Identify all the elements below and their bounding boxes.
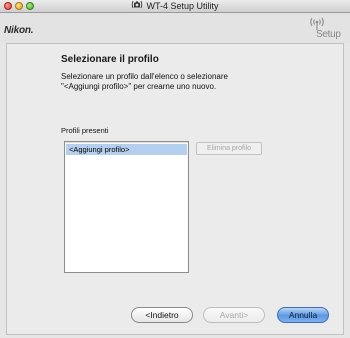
setup-label: Setup — [316, 29, 341, 40]
window-title-group: WT-4 Setup Utility — [0, 0, 350, 13]
header-banner: Nikon. Setup — [0, 13, 350, 43]
title-bar[interactable]: WT-4 Setup Utility — [0, 0, 350, 13]
wizard-panel: Selezionare il profilo Selezionare un pr… — [6, 43, 344, 335]
profiles-list[interactable]: <Aggiungi profilo> — [64, 141, 189, 273]
setup-window: WT-4 Setup Utility Nikon. Setup Selezion… — [0, 0, 350, 338]
setup-logo: Setup — [305, 16, 345, 40]
page-title: Selezionare il profilo — [61, 54, 159, 65]
delete-profile-button[interactable]: Elimina profilo — [196, 142, 262, 155]
next-button[interactable]: Avanti> — [203, 307, 265, 323]
nikon-logo: Nikon. — [4, 25, 34, 36]
list-item-add-profile[interactable]: <Aggiungi profilo> — [66, 144, 187, 155]
camera-wifi-icon — [131, 0, 143, 13]
instructions-line-2: "<Aggiungi profilo>" per crearne uno nuo… — [61, 82, 217, 91]
profiles-label: Profili presenti — [61, 126, 109, 135]
instructions-text: Selezionare un profilo dall'elenco o sel… — [61, 72, 281, 92]
instructions-line-1: Selezionare un profilo dall'elenco o sel… — [61, 72, 228, 81]
cancel-button[interactable]: Annulla — [277, 307, 329, 323]
back-button[interactable]: <Indietro — [131, 307, 193, 323]
window-title: WT-4 Setup Utility — [146, 1, 219, 11]
